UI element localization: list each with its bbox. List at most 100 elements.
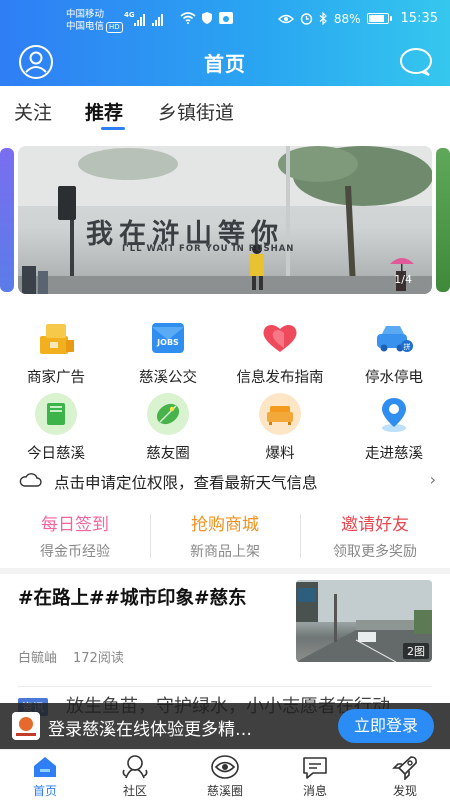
news-card[interactable]: #在路上##城市印象#慈东 白毓岫 172阅读 2图 [0,574,450,680]
grid-item-label: 爆料 [265,446,295,462]
location-pin-icon [382,398,406,432]
news-headline: #在路上##城市印象#慈东 [18,588,247,609]
promo-flash-mall[interactable]: 抢购商城 新商品上架 [150,510,300,561]
battery-percent: 88% [333,11,361,26]
home-icon [34,757,56,777]
promo-title: 每日签到 [41,515,109,535]
app-logo [12,712,40,740]
leaf-circle-icon [147,393,189,435]
promo-subtitle: 新商品上架 [190,544,260,560]
grid-item-label: 停水停电 [365,370,423,386]
nav-home[interactable]: 首页 [0,752,90,799]
banner-subline: I'LL WAIT FOR YOU IN FUSHAN [122,244,295,254]
nav-label: 消息 [302,784,327,798]
grid-item-label: 信息发布指南 [236,370,324,386]
eye-icon [277,14,294,23]
login-button[interactable]: 立即登录 [338,709,434,743]
weather-permission-row[interactable]: 点击申请定位权限，查看最新天气信息 › [0,466,450,496]
grid-item-shop-ad[interactable]: 商家广告 [0,316,112,387]
carrier-2: 中国电信 [66,21,105,32]
book-icon [35,393,77,435]
promo-daily-checkin[interactable]: 每日签到 得金币经验 [0,510,150,561]
promo-row: 每日签到 得金币经验 抢购商城 新商品上架 邀请好友 领取更多奖励 [0,510,450,562]
shop-ad-icon [40,324,74,354]
battery-icon [366,13,392,24]
grid-item-info-guide[interactable]: 信息发布指南 [224,316,336,387]
category-tabs: 关注 推荐 乡镇街道 [0,86,450,134]
nav-label: 发现 [392,784,417,798]
weather-app-icon [219,12,233,24]
promo-subtitle: 领取更多奖励 [333,544,417,560]
nav-community[interactable]: 社区 [90,752,180,799]
grid-item-water-power[interactable]: 拼 停水停电 [338,316,450,387]
nav-discover[interactable]: 发现 [360,752,450,799]
rocket-icon [392,756,417,780]
nav-label: 首页 [32,784,57,798]
banner-slide[interactable]: 我在浒山等你 I'LL WAIT FOR YOU IN FUSHAN 1/4 [18,146,432,294]
carrier-1: 中国移动 [66,9,105,20]
news-reads: 172阅读 [73,651,124,666]
bottom-navigation: 首页 社区 慈溪圈 消息 发现 [0,749,450,800]
promo-title: 邀请好友 [341,515,409,535]
promo-title: 抢购商城 [191,515,259,535]
app-header: 中国移动 中国电信 HD 4G 88% 15:35 首页 [0,0,450,86]
bluetooth-icon [319,12,327,25]
grid-item-bus[interactable]: JOBS 慈溪公交 [112,316,224,387]
title-bar: 首页 [0,36,450,86]
page-title: 首页 [204,52,246,76]
nav-label: 社区 [122,784,147,798]
tab-recommend[interactable]: 推荐 [85,98,123,125]
status-right: 88% 15:35 [277,11,438,26]
heart-info-icon [263,324,297,352]
community-icon [122,755,148,779]
grid-item-label: 今日慈溪 [27,446,85,462]
news-author: 白毓岫 [18,651,58,666]
news-meta: 白毓岫 172阅读 [18,647,124,666]
battery-fill [368,15,384,22]
svg-text:JOBS: JOBS [156,338,179,347]
grid-item-today-cixi[interactable]: 今日慈溪 [0,392,112,463]
nav-messages[interactable]: 消息 [270,752,360,799]
carrier-info: 中国移动 中国电信 HD [66,9,123,33]
signal-icon [134,12,145,26]
image-count-badge: 2图 [403,643,429,659]
news-thumbnail[interactable]: 2图 [296,580,432,662]
chat-bubble-icon[interactable] [398,44,434,80]
promo-subtitle: 得金币经验 [40,544,110,560]
banner-prev-peek[interactable] [0,148,14,292]
eye-circle-icon [211,755,239,779]
grid-item-enter-cixi[interactable]: 走进慈溪 [338,392,450,463]
list-divider [18,686,432,687]
grid-item-tip-off[interactable]: 爆料 [224,392,336,463]
tab-towns-streets[interactable]: 乡镇街道 [158,98,234,125]
cloud-icon [19,473,42,487]
tab-follow[interactable]: 关注 [14,98,52,125]
banner-next-peek[interactable] [436,148,450,292]
weather-text: 点击申请定位权限，查看最新天气信息 [54,474,318,492]
active-tab-indicator [101,127,125,130]
login-prompt-text: 登录慈溪在线体验更多精… [48,720,252,740]
banner-carousel[interactable]: 我在浒山等你 I'LL WAIT FOR YOU IN FUSHAN 1/4 [0,146,450,294]
nav-label: 慈溪圈 [206,784,243,798]
grid-item-label: 商家广告 [27,370,85,386]
grid-item-label: 慈溪公交 [139,370,197,386]
grid-item-label: 走进慈溪 [365,446,423,462]
hd-badge: HD [106,22,123,33]
wifi-icon [180,12,196,24]
chevron-right-icon: › [429,470,436,489]
shield-app-icon [202,12,212,24]
sofa-icon [259,393,301,435]
promo-invite-friends[interactable]: 邀请好友 领取更多奖励 [300,510,450,561]
grid-item-friends-circle[interactable]: 慈友圈 [112,392,224,463]
car-pin-icon: 拼 [377,326,413,352]
grid-item-label: 慈友圈 [146,446,190,462]
clock: 15:35 [400,11,438,26]
login-prompt-bar: 登录慈溪在线体验更多精… 立即登录 [0,703,450,749]
bus-jobs-icon: JOBS [152,323,184,353]
alarm-icon [300,13,313,25]
svg-text:拼: 拼 [404,342,411,351]
message-icon [303,757,327,779]
nav-cixi-circle[interactable]: 慈溪圈 [180,752,270,799]
status-bar: 中国移动 中国电信 HD 4G 88% 15:35 [0,0,450,36]
signal-2-icon [152,12,163,26]
